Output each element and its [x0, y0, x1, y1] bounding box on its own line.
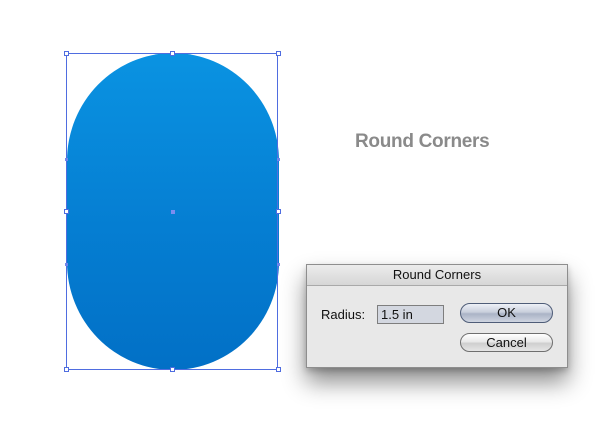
ok-button[interactable]: OK: [460, 303, 553, 323]
anchor-point[interactable]: [65, 158, 68, 161]
handle-bottom-left[interactable]: [64, 367, 69, 372]
page-title: Round Corners: [355, 131, 490, 152]
dialog-title: Round Corners: [307, 265, 567, 286]
radius-input[interactable]: [377, 305, 444, 324]
anchor-point[interactable]: [277, 263, 280, 266]
radius-label: Radius:: [321, 307, 366, 322]
handle-top-left[interactable]: [64, 51, 69, 56]
handle-middle-left[interactable]: [64, 209, 69, 214]
cancel-button[interactable]: Cancel: [460, 333, 553, 352]
round-corners-dialog: Round Corners Radius: OK Cancel: [306, 264, 568, 368]
handle-bottom-right[interactable]: [276, 367, 281, 372]
center-point: [171, 210, 175, 214]
anchor-point[interactable]: [277, 158, 280, 161]
handle-top-right[interactable]: [276, 51, 281, 56]
handle-middle-right[interactable]: [276, 209, 281, 214]
artboard: Round Corners Round Corners Radius: OK C…: [0, 0, 600, 426]
handle-top-middle[interactable]: [170, 51, 175, 56]
anchor-point[interactable]: [65, 263, 68, 266]
handle-bottom-middle[interactable]: [170, 367, 175, 372]
